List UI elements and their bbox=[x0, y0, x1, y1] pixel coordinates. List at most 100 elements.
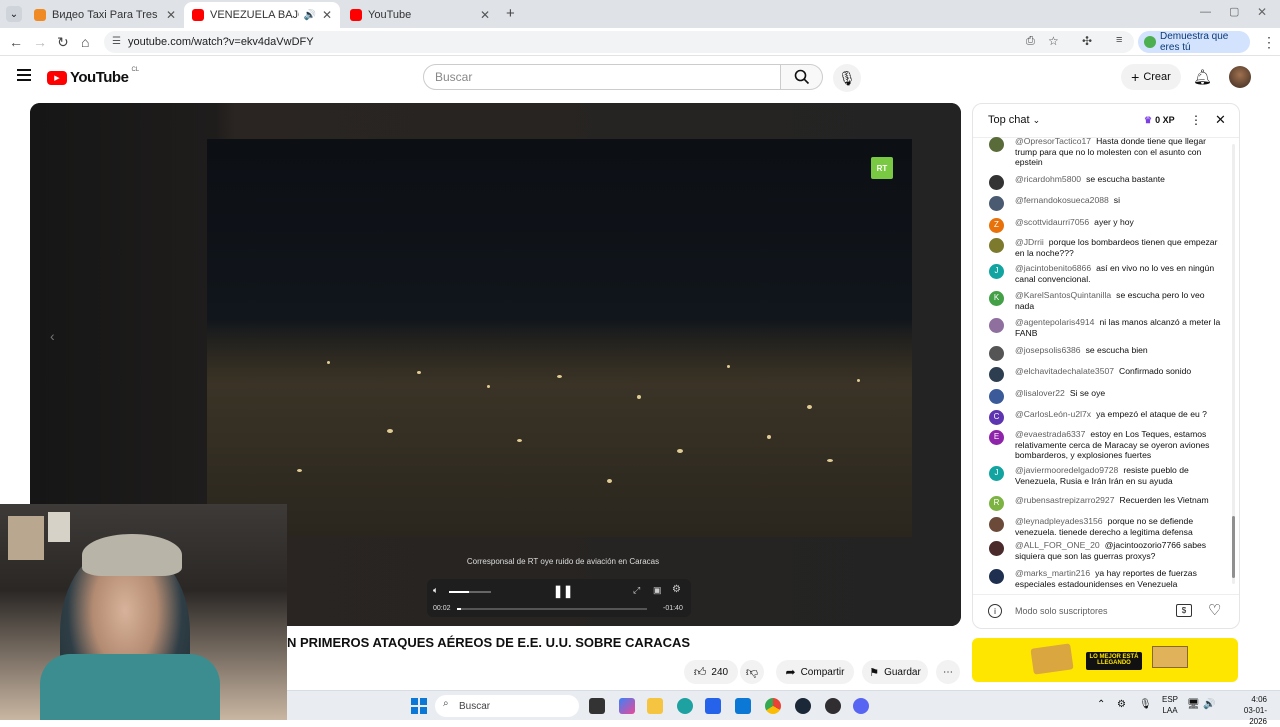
message-author[interactable]: @ricardohm5800 bbox=[1015, 174, 1081, 184]
taskbar-search[interactable]: ⌕ Buscar bbox=[435, 695, 579, 717]
progress-bar[interactable] bbox=[457, 608, 647, 610]
tab-list-button[interactable]: ⌄ bbox=[6, 6, 22, 22]
author-avatar[interactable] bbox=[989, 541, 1004, 556]
heart-icon[interactable]: ♡ bbox=[1208, 601, 1221, 619]
author-avatar[interactable]: K bbox=[989, 291, 1004, 306]
reload-icon[interactable]: ↻ bbox=[57, 34, 69, 51]
store-icon[interactable] bbox=[705, 698, 721, 714]
chat-message[interactable]: @leynadpleyades3156 porque no se defiende… bbox=[987, 516, 1223, 537]
message-author[interactable]: @jacintobenito6866 bbox=[1015, 263, 1091, 273]
chat-message[interactable]: @JDrrii porque los bombardeos tienen que … bbox=[987, 237, 1223, 258]
message-author[interactable]: @josepsolis6386 bbox=[1015, 345, 1081, 355]
ad-banner[interactable]: LO MEJOR ESTÁ LLEGANDO bbox=[972, 638, 1238, 682]
copilot-icon[interactable] bbox=[619, 698, 635, 714]
message-author[interactable]: @leynadpleyades3156 bbox=[1015, 516, 1103, 526]
author-avatar[interactable] bbox=[989, 175, 1004, 190]
message-author[interactable]: @lisalover22 bbox=[1015, 388, 1065, 398]
chat-message[interactable]: @ricardohm5800 se escucha bastante bbox=[987, 174, 1223, 190]
back-icon[interactable]: ← bbox=[9, 34, 23, 50]
chrome-icon[interactable] bbox=[765, 698, 781, 714]
file-explorer-icon[interactable] bbox=[647, 698, 663, 714]
chat-message[interactable]: C @CarlosLeón-u2l7x ya empezó el ataque de… bbox=[987, 409, 1223, 425]
windows-start-icon[interactable] bbox=[411, 698, 427, 714]
author-avatar[interactable]: J bbox=[989, 264, 1004, 279]
notifications-bell-icon[interactable]: 🔔︎ bbox=[1193, 68, 1212, 86]
bookmark-star-icon[interactable]: ☆ bbox=[1048, 34, 1059, 48]
message-author[interactable]: @OpresorTactico17 bbox=[1015, 136, 1091, 146]
tray-chevron-icon[interactable]: ⌃ bbox=[1097, 699, 1105, 710]
message-author[interactable]: @javiermooredelgado9728 bbox=[1015, 465, 1118, 475]
author-avatar[interactable]: C bbox=[989, 410, 1004, 425]
close-tab-icon[interactable]: ✕ bbox=[322, 8, 332, 22]
message-author[interactable]: @rubensastrepizarro2927 bbox=[1015, 495, 1115, 505]
signin-chip[interactable]: Demuestra que eres tú bbox=[1138, 31, 1250, 53]
search-button[interactable] bbox=[781, 64, 823, 90]
chat-message[interactable]: @agentepolaris4914 ni las manos alcanzó a… bbox=[987, 317, 1223, 338]
chat-message[interactable]: J @jacintobenito6866 así en vivo no lo ves… bbox=[987, 263, 1223, 284]
message-author[interactable]: @agentepolaris4914 bbox=[1015, 317, 1094, 327]
volume-icon[interactable]: 🔈︎ bbox=[433, 585, 438, 596]
author-avatar[interactable] bbox=[989, 517, 1004, 532]
author-avatar[interactable]: R bbox=[989, 496, 1004, 511]
chat-message[interactable]: Z @scottvidaurri7056 ayer y hoy bbox=[987, 217, 1223, 233]
browser-tab-1[interactable]: Видео Taxi Para Tres (2001) 108 ✕ bbox=[26, 2, 184, 28]
super-chat-icon[interactable]: $ bbox=[1176, 604, 1192, 617]
chat-message[interactable]: @OpresorTactico17 Hasta donde tiene que l… bbox=[987, 136, 1223, 168]
chat-message[interactable]: @josepsolis6386 se escucha bien bbox=[987, 345, 1223, 361]
edge-icon[interactable] bbox=[677, 698, 693, 714]
message-author[interactable]: @fernandokosueca2088 bbox=[1015, 195, 1109, 205]
close-tab-icon[interactable]: ✕ bbox=[480, 8, 490, 22]
author-avatar[interactable] bbox=[989, 367, 1004, 382]
message-author[interactable]: @KarelSantosQuintanilla bbox=[1015, 290, 1111, 300]
home-icon[interactable]: ⌂ bbox=[81, 34, 89, 50]
address-bar[interactable]: ☰ youtube.com/watch?v=ekv4daVwDFY ⎙ ☆ ✣ … bbox=[104, 31, 1134, 53]
new-tab-icon[interactable]: + bbox=[506, 5, 515, 22]
chat-message[interactable]: J @javiermooredelgado9728 resiste pueblo d… bbox=[987, 465, 1223, 486]
chat-message[interactable]: K @KarelSantosQuintanilla se escucha pero … bbox=[987, 290, 1223, 311]
account-avatar[interactable] bbox=[1229, 66, 1251, 88]
close-chat-icon[interactable]: ✕ bbox=[1215, 112, 1226, 128]
author-avatar[interactable] bbox=[989, 346, 1004, 361]
install-icon[interactable]: ⎙ bbox=[1026, 35, 1035, 48]
tray-mic-icon[interactable]: 🎙 bbox=[1139, 699, 1152, 710]
author-avatar[interactable] bbox=[989, 569, 1004, 584]
reading-list-icon[interactable]: ≡ bbox=[1116, 34, 1122, 46]
network-icon[interactable]: 🖥 bbox=[1187, 699, 1200, 710]
site-info-icon[interactable]: ☰ bbox=[112, 36, 121, 47]
author-avatar[interactable] bbox=[989, 389, 1004, 404]
message-author[interactable]: @scottvidaurri7056 bbox=[1015, 217, 1089, 227]
browser-tab-2[interactable]: VENEZUELA BAJO ATAQUE 🔊 ✕ bbox=[184, 2, 340, 28]
dislike-button[interactable]: 👎︎ bbox=[740, 660, 764, 684]
discord-icon[interactable] bbox=[853, 698, 869, 714]
chat-message[interactable]: E @evaestrada6337 estoy en Los Teques, est… bbox=[987, 429, 1223, 461]
close-window-icon[interactable]: ✕ bbox=[1257, 5, 1267, 19]
fullscreen-icon[interactable]: ⤢ bbox=[633, 585, 640, 596]
save-button[interactable]: ⚑ Guardar bbox=[862, 660, 928, 684]
xp-badge[interactable]: ♛ 0 XP bbox=[1144, 115, 1175, 126]
author-avatar[interactable]: Z bbox=[989, 218, 1004, 233]
volume-icon[interactable]: 🔊 bbox=[1203, 699, 1215, 710]
minimize-icon[interactable]: — bbox=[1200, 6, 1211, 18]
browser-menu-icon[interactable]: ⋮ bbox=[1262, 34, 1276, 51]
volume-slider[interactable] bbox=[449, 591, 491, 593]
tray-app-icon[interactable]: ⚙ bbox=[1117, 699, 1126, 710]
browser-tab-3[interactable]: YouTube ✕ bbox=[342, 2, 498, 28]
message-author[interactable]: @marks_martin216 bbox=[1015, 568, 1090, 578]
author-avatar[interactable] bbox=[989, 196, 1004, 211]
pip-icon[interactable]: ▣ bbox=[653, 585, 662, 596]
chat-scrollbar[interactable] bbox=[1232, 144, 1235, 584]
message-author[interactable]: @JDrrii bbox=[1015, 237, 1044, 247]
chat-mode-dropdown[interactable]: Top chat ⌄ bbox=[988, 114, 1040, 126]
author-avatar[interactable] bbox=[989, 318, 1004, 333]
maximize-icon[interactable]: ▢ bbox=[1229, 5, 1239, 18]
chat-message[interactable]: @elchavitadechalate3507 Confirmado sonido bbox=[987, 366, 1223, 382]
chat-message[interactable]: @fernandokosueca2088 si bbox=[987, 195, 1223, 211]
message-author[interactable]: @elchavitadechalate3507 bbox=[1015, 366, 1114, 376]
youtube-logo[interactable]: ▶ YouTube CL bbox=[47, 67, 139, 86]
steam-icon[interactable] bbox=[795, 698, 811, 714]
hamburger-menu-icon[interactable] bbox=[17, 69, 31, 81]
forward-icon[interactable]: → bbox=[33, 34, 47, 50]
author-avatar[interactable]: J bbox=[989, 466, 1004, 481]
chat-more-icon[interactable]: ⋮ bbox=[1190, 113, 1202, 127]
extensions-icon[interactable]: ✣ bbox=[1082, 34, 1092, 48]
